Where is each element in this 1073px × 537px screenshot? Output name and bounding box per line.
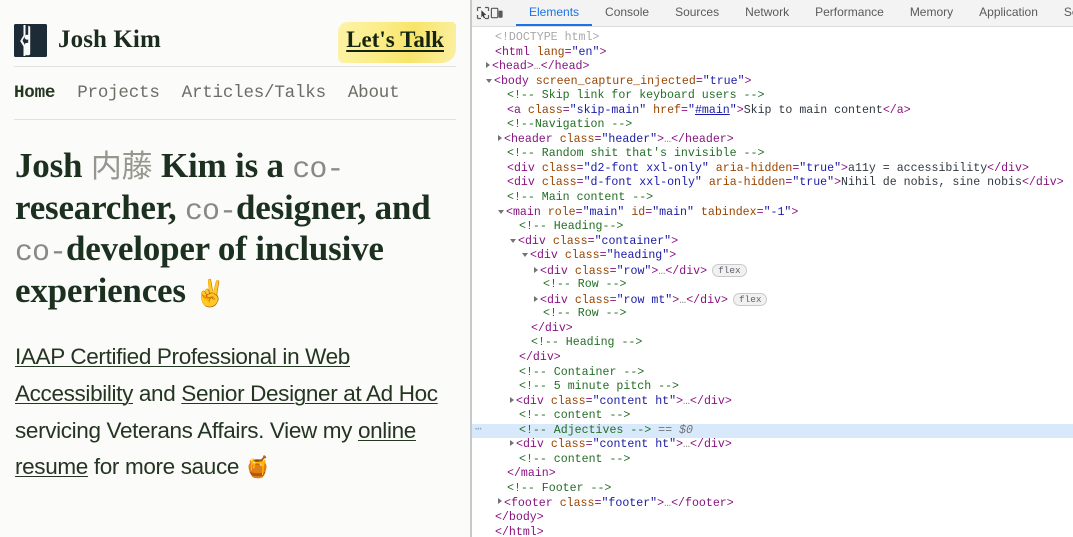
inspect-element-icon[interactable] bbox=[476, 0, 490, 26]
brand-name: Josh Kim bbox=[58, 26, 161, 53]
lets-talk-wrapper: Let's Talk bbox=[338, 21, 456, 63]
dom-row[interactable]: <!-- Heading --> bbox=[472, 336, 1073, 351]
heading-co-prefix-3: co- bbox=[15, 236, 67, 271]
device-toolbar-icon[interactable] bbox=[490, 0, 504, 26]
dom-row[interactable]: <!-- Footer --> bbox=[472, 482, 1073, 497]
heading-part1: Josh bbox=[15, 146, 91, 185]
expand-twisty-icon[interactable] bbox=[534, 266, 538, 273]
devtools-tab-bar: Elements Console Sources Network Performance… bbox=[516, 0, 1073, 26]
heading-co-prefix-1: co- bbox=[292, 153, 344, 187]
josh-kim-monogram-icon bbox=[14, 23, 47, 57]
dom-row[interactable]: <!-- 5 minute pitch --> bbox=[472, 380, 1073, 395]
dom-row[interactable]: </html> bbox=[472, 526, 1073, 537]
dom-row[interactable]: <!-- Row --> bbox=[472, 278, 1073, 293]
dom-row[interactable]: <div class="heading"> bbox=[472, 249, 1073, 264]
lets-talk-link[interactable]: Let's Talk bbox=[338, 21, 456, 63]
ad-hoc-role-link[interactable]: Senior Designer at Ad Hoc bbox=[181, 381, 438, 406]
dom-row[interactable]: <body screen_capture_injected="true"> bbox=[472, 75, 1073, 90]
dom-row[interactable]: <!-- content --> bbox=[472, 453, 1073, 468]
page-title: Josh 内藤 Kim is a co-researcher, co-desig… bbox=[15, 146, 455, 311]
tab-application[interactable]: Application bbox=[966, 0, 1051, 26]
victory-hand-emoji-icon: ✌️ bbox=[194, 278, 227, 309]
collapse-twisty-icon[interactable] bbox=[510, 238, 516, 243]
flex-badge[interactable]: flex bbox=[712, 263, 747, 277]
expand-twisty-icon[interactable] bbox=[510, 396, 514, 403]
site-header: Josh Kim Let's Talk bbox=[0, 0, 470, 66]
tab-performance[interactable]: Performance bbox=[802, 0, 897, 26]
dom-row[interactable]: <div class="row">…</div> flex bbox=[472, 263, 1073, 279]
dom-row[interactable]: <div class="content ht">…</div> bbox=[472, 395, 1073, 410]
dom-row[interactable]: <!-- Row --> bbox=[472, 307, 1073, 322]
dom-row[interactable]: <div class="container"> bbox=[472, 235, 1073, 250]
devtools-panel: Elements Console Sources Network Performance… bbox=[472, 0, 1073, 537]
dom-row[interactable]: <html lang="en"> bbox=[472, 46, 1073, 61]
dom-row[interactable]: <!-- Main content --> bbox=[472, 191, 1073, 206]
dom-row[interactable]: <!--Navigation --> bbox=[472, 118, 1073, 133]
dom-row[interactable]: </div> bbox=[472, 322, 1073, 337]
dom-row[interactable]: <div class="d-font xxl-only" aria-hidden… bbox=[472, 176, 1073, 191]
dom-tree[interactable]: <!DOCTYPE html> <html lang="en"> <head>…</… bbox=[472, 27, 1073, 537]
dom-row[interactable]: <!-- content --> bbox=[472, 409, 1073, 424]
dom-row[interactable]: <header class="header">…</header> bbox=[472, 133, 1073, 148]
heading-part2: Kim is a bbox=[152, 146, 293, 185]
hero-section: Josh 内藤 Kim is a co-researcher, co-desig… bbox=[0, 120, 470, 311]
expand-twisty-icon[interactable] bbox=[498, 498, 502, 505]
dom-row[interactable]: <!-- Random shit that's invisible --> bbox=[472, 147, 1073, 162]
dom-row[interactable]: <!-- Skip link for keyboard users --> bbox=[472, 89, 1073, 104]
dom-row[interactable]: <head>…</head> bbox=[472, 60, 1073, 75]
pitch-text-3: for more sauce bbox=[87, 454, 245, 480]
collapse-twisty-icon[interactable] bbox=[486, 78, 492, 83]
expand-twisty-icon[interactable] bbox=[498, 134, 502, 141]
dom-row[interactable]: <a class="skip-main" href="#main">Skip t… bbox=[472, 104, 1073, 119]
tab-sources[interactable]: Sources bbox=[662, 0, 732, 26]
site-nav: Home Projects Articles/Talks About bbox=[0, 67, 470, 119]
dom-row[interactable]: <footer class="footer">…</footer> bbox=[472, 497, 1073, 512]
nav-item-about[interactable]: About bbox=[348, 83, 400, 103]
pitch-text-1: and bbox=[132, 381, 182, 407]
dom-row-selected[interactable]: ⋯ <!-- Adjectives --> == $0 bbox=[472, 423, 1073, 439]
nav-item-articles-talks[interactable]: Articles/Talks bbox=[182, 83, 326, 103]
dom-row[interactable]: <!-- Heading--> bbox=[472, 220, 1073, 235]
nav-item-home[interactable]: Home bbox=[14, 83, 55, 103]
flex-badge[interactable]: flex bbox=[732, 292, 768, 306]
expand-twisty-icon[interactable] bbox=[510, 440, 514, 447]
website-preview-pane: Josh Kim Let's Talk Home Projects Articles… bbox=[0, 0, 470, 537]
dom-row[interactable]: <div class="row mt">…</div> flex bbox=[472, 292, 1073, 308]
heading-part4: designer, and bbox=[235, 187, 431, 227]
dom-row[interactable]: <!-- Container --> bbox=[472, 366, 1073, 381]
dom-row[interactable]: <div class="content ht">…</div> bbox=[472, 438, 1073, 453]
pitch-text-2: servicing Veterans Affairs. View my bbox=[15, 417, 358, 443]
tab-memory[interactable]: Memory bbox=[897, 0, 966, 26]
dom-row[interactable]: <div class="d2-font xxl-only" aria-hidde… bbox=[472, 162, 1073, 177]
tab-security[interactable]: Security bbox=[1051, 0, 1073, 26]
tab-elements[interactable]: Elements bbox=[516, 0, 593, 26]
brand-home-link[interactable]: Josh Kim bbox=[14, 23, 161, 57]
nav-item-projects[interactable]: Projects bbox=[77, 83, 160, 103]
heading-part3: researcher, bbox=[15, 187, 185, 227]
collapse-twisty-icon[interactable] bbox=[522, 253, 528, 258]
dom-row[interactable]: <!DOCTYPE html> bbox=[472, 31, 1073, 46]
sauce-emoji-icon: 🍯 bbox=[244, 455, 271, 480]
row-menu-icon[interactable]: ⋯ bbox=[475, 423, 482, 438]
heading-cjk-name: 内藤 bbox=[90, 149, 153, 185]
tab-console[interactable]: Console bbox=[592, 0, 662, 26]
expand-twisty-icon[interactable] bbox=[486, 62, 490, 69]
pitch-paragraph: IAAP Certified Professional in Web Acces… bbox=[15, 339, 455, 486]
devtools-toolbar: Elements Console Sources Network Performance… bbox=[472, 0, 1073, 27]
expand-twisty-icon[interactable] bbox=[534, 295, 538, 302]
collapse-twisty-icon[interactable] bbox=[498, 209, 504, 214]
dom-row[interactable]: </body> bbox=[472, 511, 1073, 526]
heading-co-prefix-2: co- bbox=[184, 194, 237, 229]
dom-row[interactable]: <main role="main" id="main" tabindex="-1… bbox=[472, 206, 1073, 221]
dom-row[interactable]: </main> bbox=[472, 467, 1073, 482]
dom-row[interactable]: </div> bbox=[472, 351, 1073, 366]
pitch-section: IAAP Certified Professional in Web Acces… bbox=[0, 311, 470, 486]
tab-network[interactable]: Network bbox=[732, 0, 802, 26]
